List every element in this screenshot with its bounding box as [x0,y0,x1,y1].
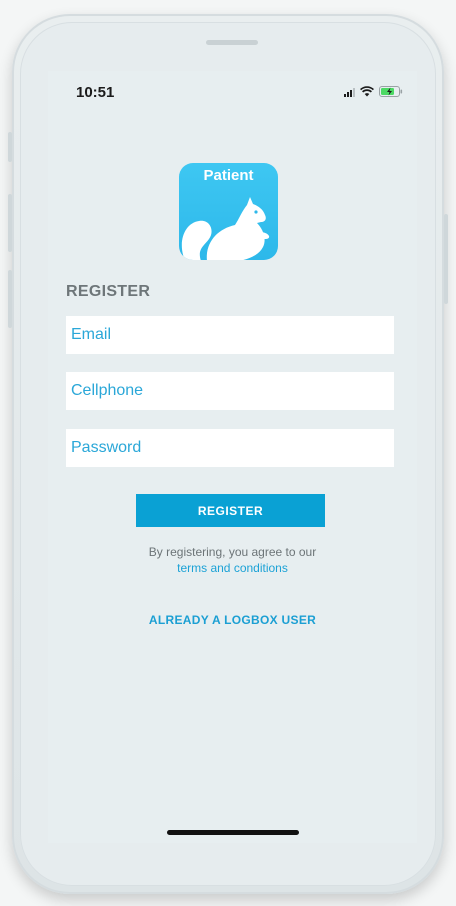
app-logo: Patient [179,163,278,260]
battery-charging-icon [379,86,403,97]
phone-side-button-power [444,214,448,304]
register-button[interactable]: REGISTER [136,494,325,527]
phone-speaker [206,40,258,45]
email-field[interactable] [66,316,394,354]
status-icons [344,86,403,97]
password-field[interactable] [66,429,394,467]
agreement-text: By registering, you agree to our [148,545,317,559]
status-time: 10:51 [76,84,115,101]
home-indicator[interactable] [167,830,299,835]
squirrel-icon [181,197,270,260]
phone-side-button-volume-down [8,270,12,328]
phone-side-button-silent [8,132,12,162]
wifi-icon [360,86,374,97]
cellphone-field[interactable] [66,372,394,410]
terms-link[interactable]: terms and conditions [48,561,417,575]
already-user-link[interactable]: ALREADY A LOGBOX USER [48,613,417,627]
app-screen: 10:51 Patient REGISTER Email Cellphone R… [48,71,417,843]
register-heading: REGISTER [66,283,151,300]
signal-icon [344,87,355,97]
app-logo-label: Patient [203,167,254,184]
phone-side-button-volume-up [8,194,12,252]
